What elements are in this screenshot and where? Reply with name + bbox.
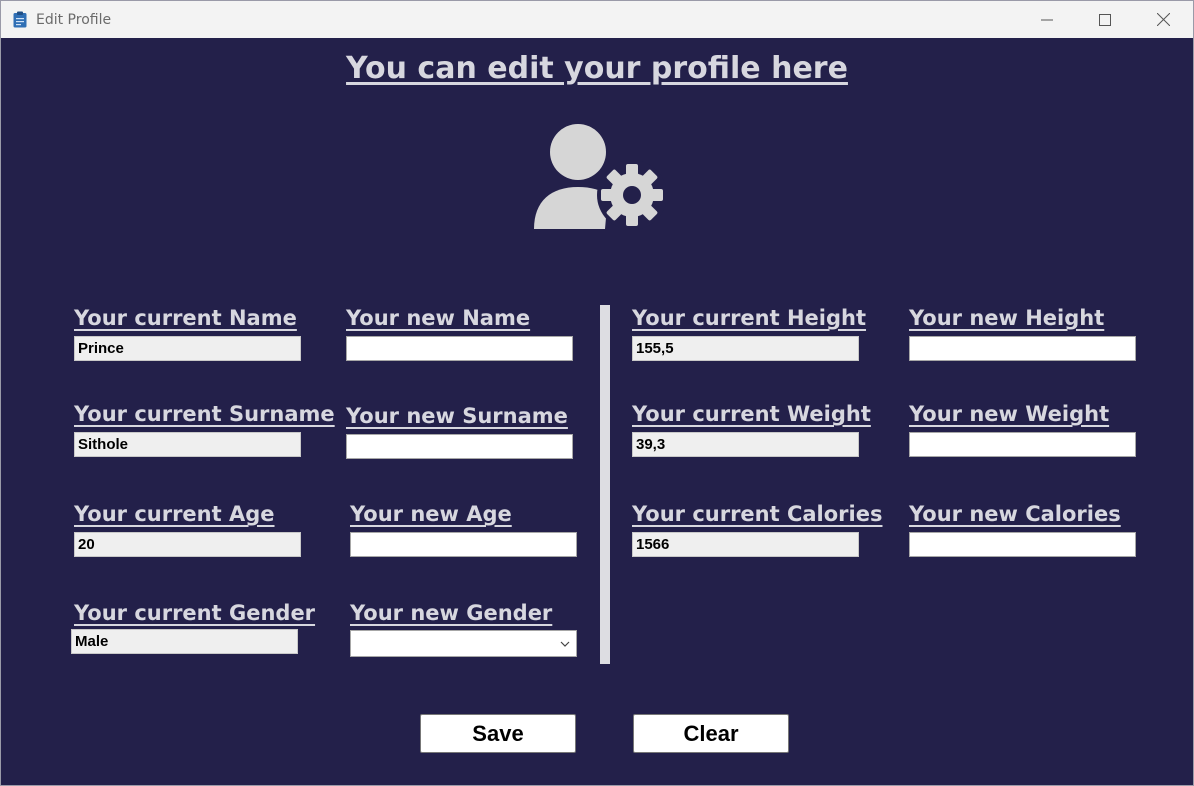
current-age-field[interactable] bbox=[74, 532, 301, 557]
title-bar[interactable]: Edit Profile bbox=[1, 1, 1193, 38]
close-button[interactable] bbox=[1134, 1, 1192, 38]
maximize-button[interactable] bbox=[1076, 1, 1134, 38]
current-weight-label: Your current Weight bbox=[632, 402, 871, 426]
new-age-label: Your new Age bbox=[350, 502, 512, 526]
current-surname-label: Your current Surname bbox=[74, 402, 335, 426]
new-weight-input[interactable] bbox=[909, 432, 1136, 457]
new-name-label: Your new Name bbox=[346, 306, 531, 330]
minimize-icon bbox=[1041, 19, 1053, 20]
chevron-down-icon bbox=[560, 641, 570, 647]
current-gender-label: Your current Gender bbox=[74, 601, 316, 625]
current-age-label: Your current Age bbox=[74, 502, 275, 526]
save-button[interactable]: Save bbox=[420, 714, 576, 753]
current-surname-field[interactable] bbox=[74, 432, 301, 457]
maximize-icon bbox=[1099, 13, 1111, 26]
current-height-label: Your current Height bbox=[632, 306, 867, 330]
new-calories-label: Your new Calories bbox=[909, 502, 1121, 526]
current-gender-field[interactable] bbox=[71, 629, 298, 654]
new-calories-input[interactable] bbox=[909, 532, 1136, 557]
new-surname-input[interactable] bbox=[346, 434, 573, 459]
current-name-field[interactable] bbox=[74, 336, 301, 361]
user-settings-icon bbox=[534, 124, 666, 230]
new-height-label: Your new Height bbox=[909, 306, 1105, 330]
new-age-input[interactable] bbox=[350, 532, 577, 557]
new-weight-label: Your new Weight bbox=[909, 402, 1110, 426]
vertical-divider bbox=[600, 305, 610, 664]
page-heading-row: You can edit your profile here bbox=[1, 51, 1193, 86]
window-title: Edit Profile bbox=[36, 12, 112, 28]
new-surname-label: Your new Surname bbox=[346, 404, 568, 428]
current-weight-field[interactable] bbox=[632, 432, 859, 457]
new-height-input[interactable] bbox=[909, 336, 1136, 361]
current-name-label: Your current Name bbox=[74, 306, 297, 330]
new-gender-dropdown[interactable] bbox=[350, 630, 577, 657]
close-icon bbox=[1156, 13, 1170, 26]
new-gender-label: Your new Gender bbox=[350, 601, 553, 625]
page-title: You can edit your profile here bbox=[346, 51, 848, 86]
current-height-field[interactable] bbox=[632, 336, 859, 361]
new-name-input[interactable] bbox=[346, 336, 573, 361]
minimize-button[interactable] bbox=[1018, 1, 1076, 38]
current-calories-field[interactable] bbox=[632, 532, 859, 557]
clear-button[interactable]: Clear bbox=[633, 714, 789, 753]
edit-profile-window: Edit Profile You can edit your profile h… bbox=[0, 0, 1194, 786]
clipboard-icon bbox=[13, 11, 27, 28]
current-calories-label: Your current Calories bbox=[632, 502, 883, 526]
